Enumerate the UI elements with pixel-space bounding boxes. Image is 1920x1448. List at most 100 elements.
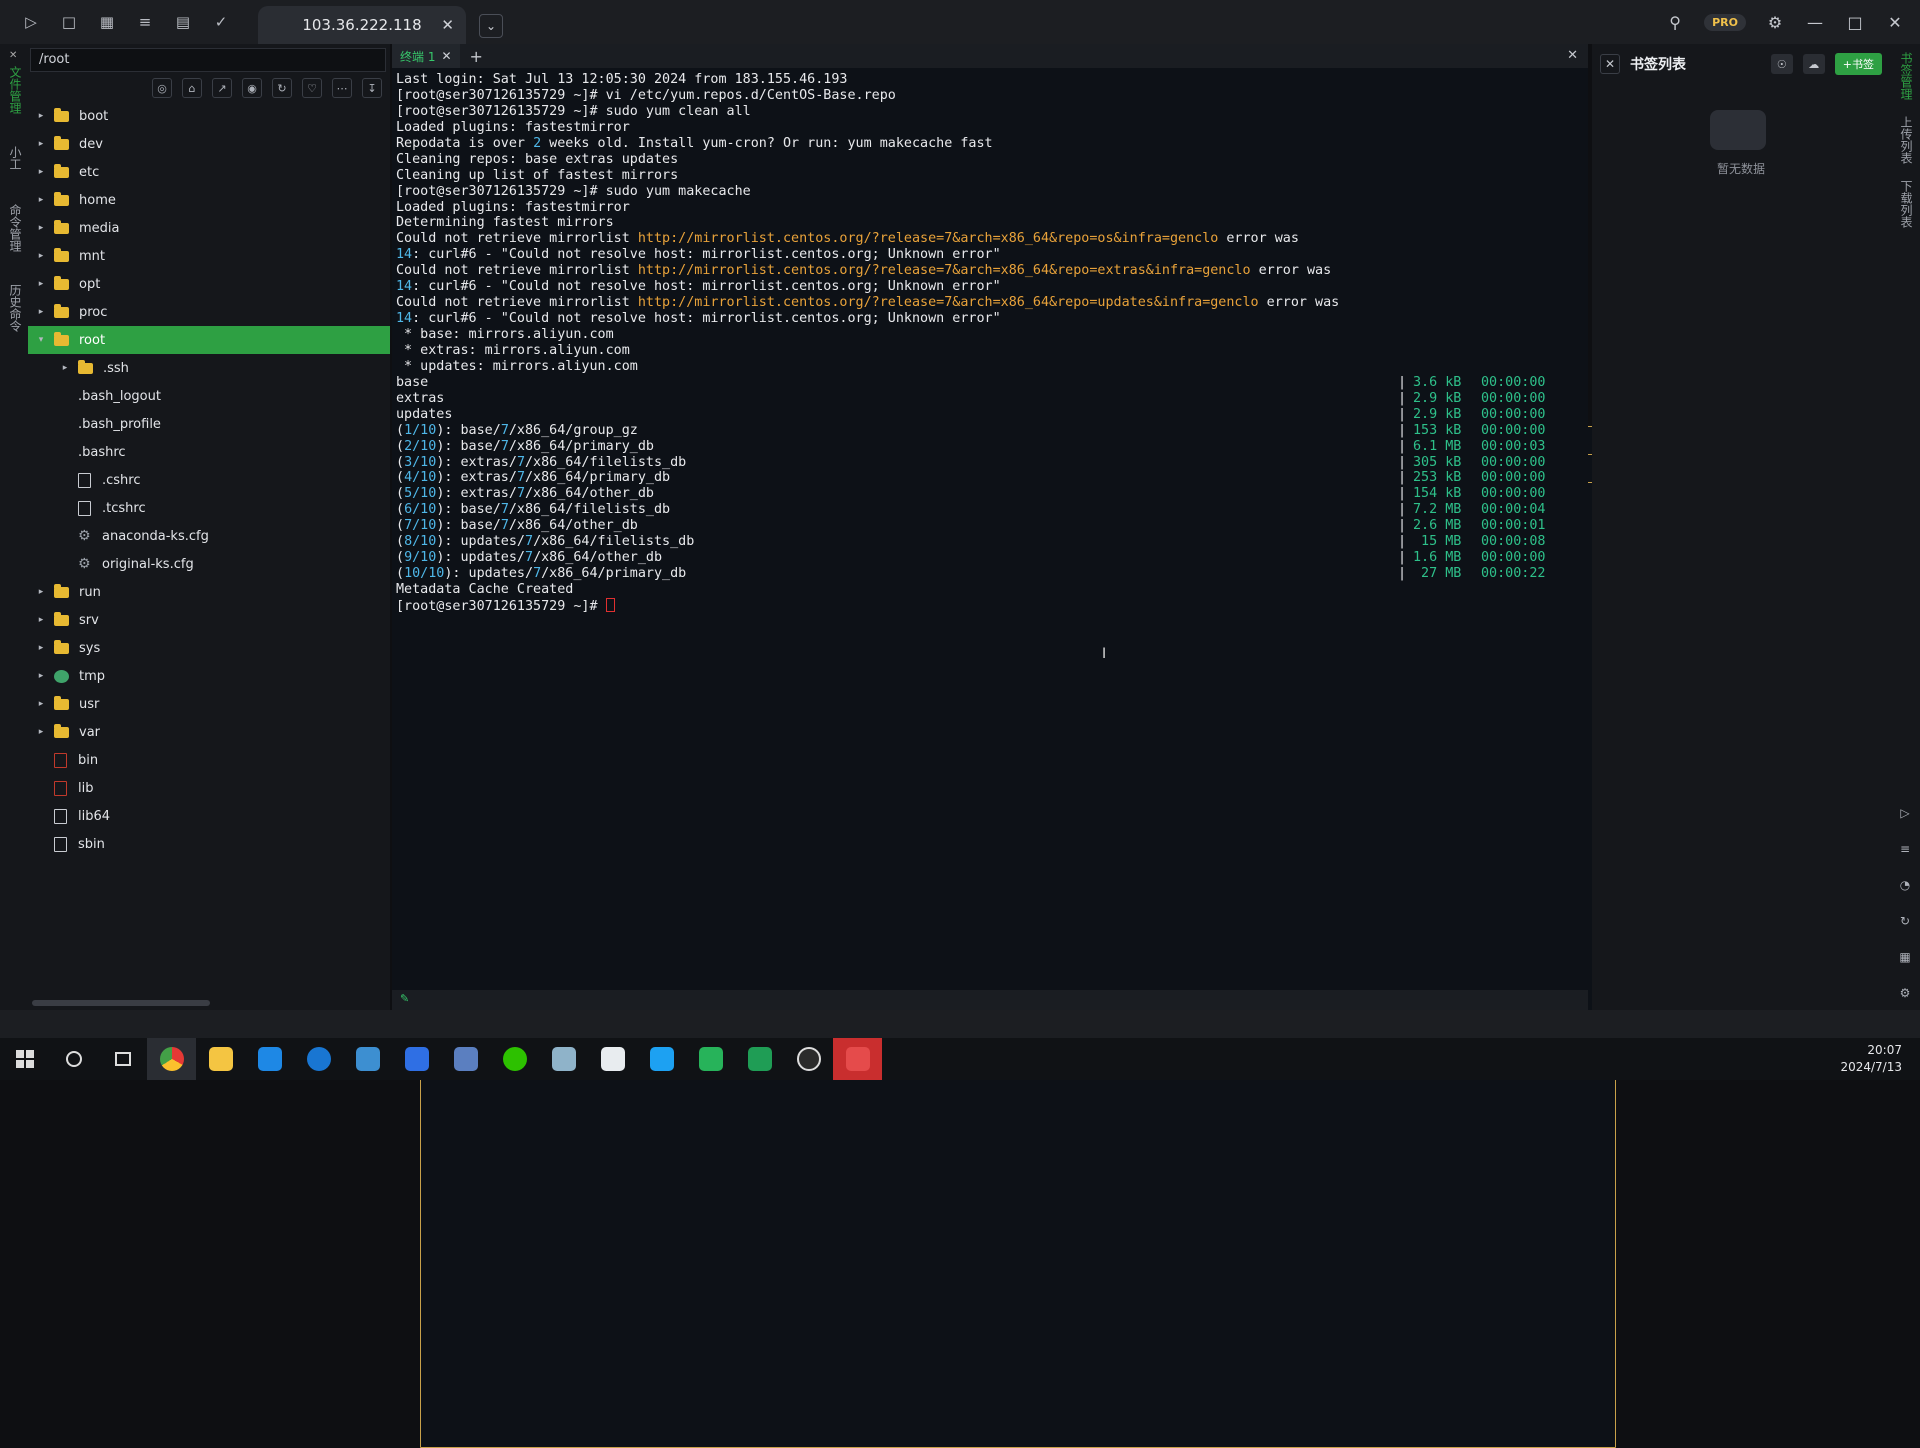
tree-item-var[interactable]: ▸ var (28, 718, 390, 746)
tree-item-bashrc[interactable]: .bashrc (28, 438, 1616, 1448)
tree-item-home[interactable]: ▸ home (28, 186, 390, 214)
save-icon[interactable]: ▦ (1897, 950, 1913, 966)
file-icon[interactable]: □ (58, 11, 80, 33)
tree-item-dev[interactable]: ▸ dev (28, 130, 390, 158)
tree-item-tmp[interactable]: ▸ tmp (28, 662, 390, 690)
cloud-icon[interactable]: ☁ (1802, 54, 1825, 74)
side-tab-files[interactable]: 文件管理 (7, 66, 24, 114)
collapse-icon[interactable]: ✕ (9, 50, 17, 61)
sync-icon[interactable]: ↻ (1897, 914, 1913, 930)
obs-icon[interactable] (784, 1038, 833, 1080)
eye-icon[interactable]: ◉ (242, 78, 262, 98)
maximize-button[interactable]: □ (1844, 11, 1866, 33)
more-icon[interactable]: ⋯ (332, 78, 352, 98)
up-dir-icon[interactable]: ↗ (212, 78, 232, 98)
server-icon[interactable]: ▤ (172, 11, 194, 33)
caret-icon[interactable]: ▸ (34, 111, 48, 121)
tree-item-sbin[interactable]: sbin (28, 830, 390, 858)
favorite-icon[interactable]: ♡ (302, 78, 322, 98)
terminal-url[interactable]: http://mirrorlist.centos.org/?release=7&… (638, 295, 1259, 310)
panel-icon[interactable]: ▷ (1897, 806, 1913, 822)
caret-icon[interactable]: ▸ (34, 167, 48, 177)
tree-item-root[interactable]: ▾ root (28, 326, 390, 354)
tree-item-mnt[interactable]: ▸ mnt (28, 242, 390, 270)
terminal-icon[interactable]: ▷ (20, 11, 42, 33)
tree-item-original-ks-cfg[interactable]: ⚙ original-ks.cfg (28, 550, 390, 578)
search-taskbar-icon[interactable] (49, 1038, 98, 1080)
caret-icon[interactable]: ▸ (34, 615, 48, 625)
caret-icon[interactable]: ▾ (34, 335, 48, 345)
gear-icon[interactable]: ⚙ (1764, 11, 1786, 33)
feishu-icon[interactable] (392, 1038, 441, 1080)
terminal-output[interactable]: Last login: Sat Jul 13 12:05:30 2024 fro… (392, 68, 1588, 618)
mail-icon[interactable] (245, 1038, 294, 1080)
caret-icon[interactable]: ▸ (34, 279, 48, 289)
new-terminal-tab-icon[interactable]: + (470, 47, 483, 66)
grid-icon[interactable]: ▦ (96, 11, 118, 33)
tree-item-media[interactable]: ▸ media (28, 214, 390, 242)
home-icon[interactable]: ⌂ (182, 78, 202, 98)
session-tab[interactable]: 103.36.222.118 ✕ (258, 6, 466, 44)
compass-icon[interactable]: ☉ (1770, 54, 1793, 74)
task-view-icon[interactable] (98, 1038, 147, 1080)
terminal-prompt[interactable]: [root@ser307126135729 ~]# (396, 597, 1584, 614)
caret-icon[interactable]: ▸ (34, 195, 48, 205)
file-explorer-icon[interactable] (196, 1038, 245, 1080)
security-icon[interactable] (637, 1038, 686, 1080)
remote-desktop-icon[interactable] (441, 1038, 490, 1080)
side-tab-history[interactable]: 历史命令 (7, 284, 24, 332)
side-tab-bookmarks[interactable]: 书签管理 (1898, 52, 1915, 100)
side-tab-tools[interactable]: 小工 (7, 146, 24, 170)
tree-item-srv[interactable]: ▸ srv (28, 606, 390, 634)
caret-icon[interactable]: ▸ (34, 251, 48, 261)
speed-icon[interactable]: ◔ (1897, 878, 1913, 894)
system-clock[interactable]: 20:07 2024/7/13 (1840, 1042, 1902, 1076)
terminal-panel[interactable]: 终端 1 ✕ + ✕ Last login: Sat Jul 13 12:05:… (392, 44, 1588, 1010)
pdf-icon[interactable] (833, 1038, 882, 1080)
side-tab-download[interactable]: 下载列表 (1898, 180, 1915, 228)
tree-item-bash-profile[interactable]: .bash_profile (28, 410, 1616, 1420)
browser-window-icon[interactable] (588, 1038, 637, 1080)
list-icon[interactable]: ≡ (1897, 842, 1913, 858)
excel-icon[interactable] (735, 1038, 784, 1080)
tree-item-ssh[interactable]: ▸ .ssh (28, 354, 390, 382)
terminal-app-icon[interactable] (686, 1038, 735, 1080)
calculator-icon[interactable] (539, 1038, 588, 1080)
caret-icon[interactable]: ▸ (58, 363, 72, 373)
caret-icon[interactable]: ▸ (34, 223, 48, 233)
tree-item-bin[interactable]: bin (28, 746, 390, 774)
close-window-button[interactable]: ✕ (1884, 11, 1906, 33)
tree-item-opt[interactable]: ▸ opt (28, 270, 390, 298)
close-terminal-icon[interactable]: ✕ (1567, 48, 1578, 63)
tree-item-sys[interactable]: ▸ sys (28, 634, 390, 662)
settings-icon[interactable]: ⚙ (1897, 986, 1913, 1002)
tree-item-anaconda-ks-cfg[interactable]: ⚙ anaconda-ks.cfg (28, 522, 390, 550)
windows-start-icon[interactable] (0, 1038, 49, 1080)
tree-item-proc[interactable]: ▸ proc (28, 298, 390, 326)
caret-icon[interactable]: ▸ (34, 699, 48, 709)
tree-item-run[interactable]: ▸ run (28, 578, 390, 606)
tree-icon[interactable]: ≡ (134, 11, 156, 33)
tab-dropdown-button[interactable]: ⌄ (479, 14, 503, 38)
terminal-url[interactable]: http://mirrorlist.centos.org/?release=7&… (638, 231, 1218, 246)
edit-icon[interactable]: ✎ (400, 992, 409, 1005)
path-input[interactable]: /root (30, 48, 386, 72)
add-bookmark-button[interactable]: +书签 (1834, 53, 1882, 75)
minimize-button[interactable]: — (1804, 11, 1826, 33)
tree-item-lib[interactable]: lib (28, 774, 390, 802)
locate-icon[interactable]: ◎ (152, 78, 172, 98)
caret-icon[interactable]: ▸ (34, 643, 48, 653)
caret-icon[interactable]: ▸ (34, 671, 48, 681)
tree-item-etc[interactable]: ▸ etc (28, 158, 390, 186)
terminal-url[interactable]: http://mirrorlist.centos.org/?release=7&… (638, 263, 1251, 278)
horizontal-scrollbar[interactable] (32, 1000, 210, 1006)
close-bookmark-panel-icon[interactable]: ✕ (1600, 54, 1620, 74)
close-tab-icon[interactable]: ✕ (441, 16, 454, 34)
caret-icon[interactable]: ▸ (34, 587, 48, 597)
chrome-icon[interactable] (147, 1038, 196, 1080)
tree-item-usr[interactable]: ▸ usr (28, 690, 390, 718)
tree-item-tcshrc[interactable]: .tcshrc (28, 494, 390, 522)
pin-icon[interactable]: ✓ (210, 11, 232, 33)
search-icon[interactable]: ⚲ (1664, 11, 1686, 33)
caret-icon[interactable]: ▸ (34, 139, 48, 149)
